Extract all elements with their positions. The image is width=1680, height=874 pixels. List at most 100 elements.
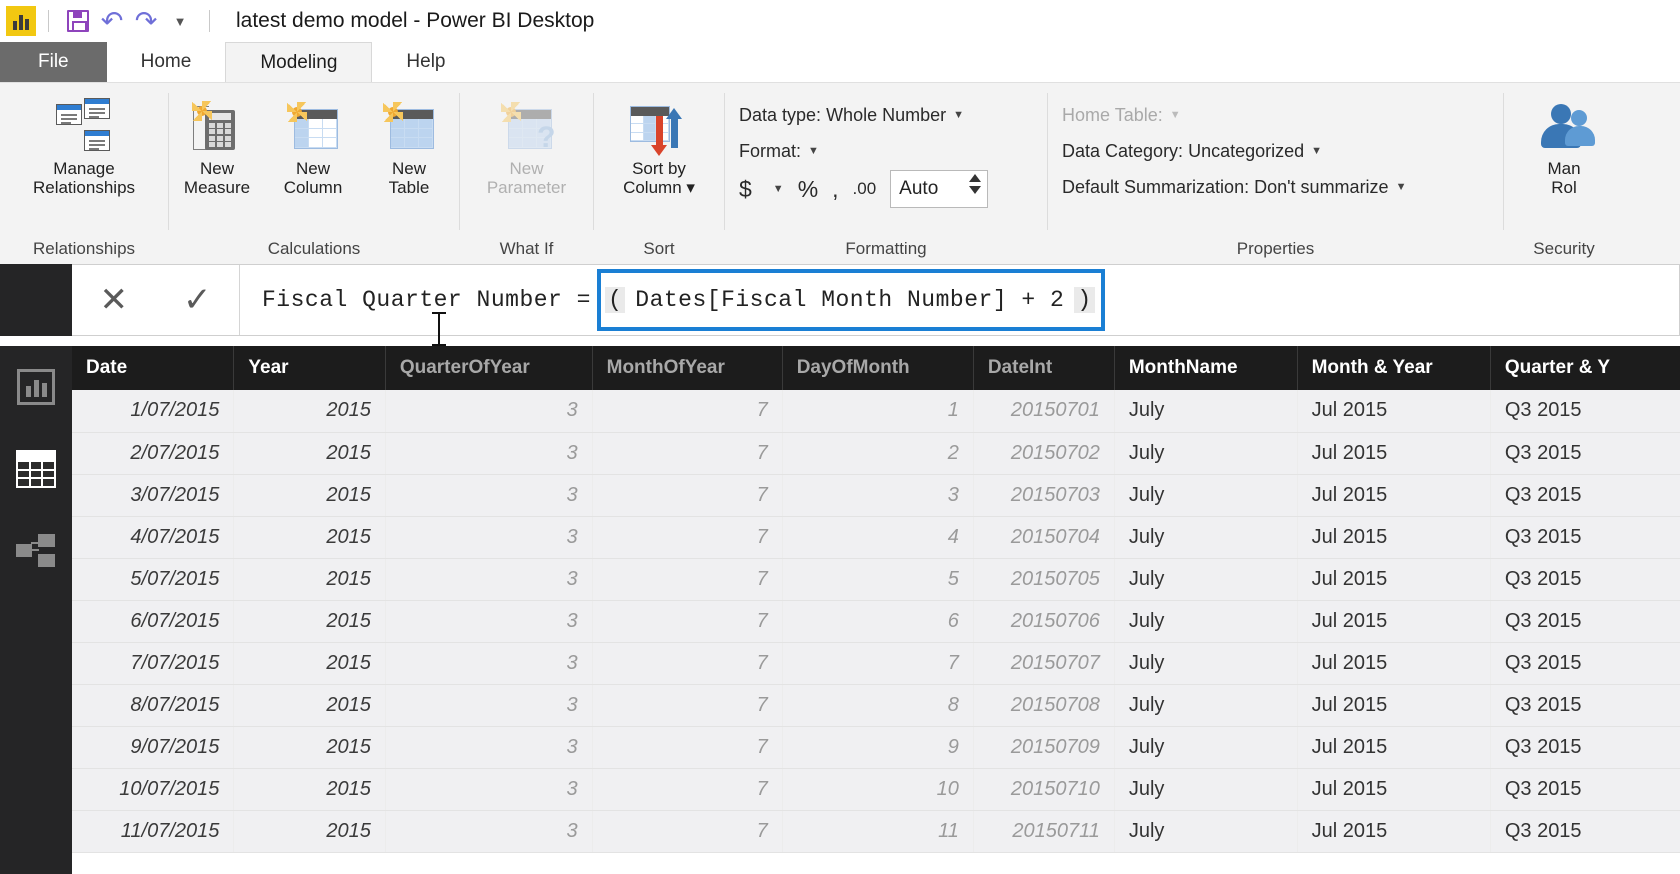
- cell-monthyear[interactable]: Jul 2015: [1297, 768, 1491, 811]
- cell-quarteryear[interactable]: Q3 2015: [1490, 432, 1680, 475]
- cell-dateint[interactable]: 20150704: [973, 516, 1115, 559]
- cell-date[interactable]: 10/07/2015: [72, 768, 235, 811]
- format-dropdown[interactable]: Format: ▼: [739, 133, 819, 169]
- column-header-quarter-and-year[interactable]: Quarter & Y: [1490, 346, 1680, 390]
- cell-dom[interactable]: 9: [782, 726, 974, 769]
- cell-dom[interactable]: 10: [782, 768, 974, 811]
- cell-monthyear[interactable]: Jul 2015: [1297, 642, 1491, 685]
- new-measure-button[interactable]: New Measure: [169, 93, 265, 197]
- table-row[interactable]: 4/07/2015 2015 3 7 4 20150704 July Jul 2015 Q3 2…: [72, 516, 1680, 559]
- table-row[interactable]: 2/07/2015 2015 3 7 2 20150702 July Jul 2015 Q3 2…: [72, 432, 1680, 475]
- cell-qoy[interactable]: 3: [385, 726, 593, 769]
- data-category-dropdown[interactable]: Data Category: Uncategorized ▼: [1062, 133, 1322, 169]
- cell-monthyear[interactable]: Jul 2015: [1297, 684, 1491, 727]
- cell-moy[interactable]: 7: [592, 684, 783, 727]
- cell-year[interactable]: 2015: [233, 726, 386, 769]
- cell-dateint[interactable]: 20150706: [973, 600, 1115, 643]
- table-row[interactable]: 8/07/2015 2015 3 7 8 20150708 July Jul 2015 Q3 2…: [72, 684, 1680, 727]
- cell-year[interactable]: 2015: [233, 516, 386, 559]
- cell-monthname[interactable]: July: [1114, 516, 1298, 559]
- cell-moy[interactable]: 7: [592, 390, 783, 433]
- table-row[interactable]: 11/07/2015 2015 3 7 11 20150711 July Jul 2015 Q3…: [72, 810, 1680, 853]
- new-parameter-button[interactable]: ? New Parameter: [460, 93, 593, 197]
- cell-moy[interactable]: 7: [592, 642, 783, 685]
- cell-moy[interactable]: 7: [592, 558, 783, 601]
- cell-year[interactable]: 2015: [233, 684, 386, 727]
- table-row[interactable]: 10/07/2015 2015 3 7 10 20150710 July Jul 2015 Q3…: [72, 768, 1680, 811]
- cell-date[interactable]: 4/07/2015: [72, 516, 235, 559]
- cell-year[interactable]: 2015: [233, 810, 386, 853]
- cell-monthyear[interactable]: Jul 2015: [1297, 810, 1491, 853]
- cell-dateint[interactable]: 20150710: [973, 768, 1115, 811]
- column-header-dayofmonth[interactable]: DayOfMonth: [782, 346, 974, 390]
- tab-file[interactable]: File: [0, 42, 107, 82]
- cell-monthname[interactable]: July: [1114, 642, 1298, 685]
- cell-dateint[interactable]: 20150701: [973, 390, 1115, 433]
- cell-monthname[interactable]: July: [1114, 600, 1298, 643]
- cell-quarteryear[interactable]: Q3 2015: [1490, 726, 1680, 769]
- new-table-button[interactable]: New Table: [361, 93, 457, 197]
- formula-expression-highlight[interactable]: ( Dates[Fiscal Month Number] + 2 ): [596, 269, 1105, 331]
- cell-date[interactable]: 7/07/2015: [72, 642, 235, 685]
- cell-quarteryear[interactable]: Q3 2015: [1490, 558, 1680, 601]
- stepper-arrows-icon[interactable]: [969, 174, 982, 194]
- column-header-dateint[interactable]: DateInt: [973, 346, 1115, 390]
- cell-dateint[interactable]: 20150707: [973, 642, 1115, 685]
- cell-moy[interactable]: 7: [592, 726, 783, 769]
- cell-date[interactable]: 9/07/2015: [72, 726, 235, 769]
- manage-roles-button[interactable]: Man Rol: [1504, 93, 1624, 197]
- cell-quarteryear[interactable]: Q3 2015: [1490, 684, 1680, 727]
- cell-monthyear[interactable]: Jul 2015: [1297, 600, 1491, 643]
- currency-format-button[interactable]: $: [739, 176, 752, 203]
- cell-quarteryear[interactable]: Q3 2015: [1490, 768, 1680, 811]
- cell-qoy[interactable]: 3: [385, 768, 593, 811]
- cell-monthyear[interactable]: Jul 2015: [1297, 558, 1491, 601]
- cell-monthyear[interactable]: Jul 2015: [1297, 432, 1491, 475]
- table-row[interactable]: 7/07/2015 2015 3 7 7 20150707 July Jul 2015 Q3 2…: [72, 642, 1680, 685]
- table-row[interactable]: 1/07/2015 2015 3 7 1 20150701 July Jul 2015 Q3 2…: [72, 390, 1680, 433]
- cell-year[interactable]: 2015: [233, 432, 386, 475]
- cell-date[interactable]: 3/07/2015: [72, 474, 235, 517]
- cell-year[interactable]: 2015: [233, 642, 386, 685]
- cell-monthname[interactable]: July: [1114, 684, 1298, 727]
- cell-year[interactable]: 2015: [233, 390, 386, 433]
- data-type-dropdown[interactable]: Data type: Whole Number ▼: [739, 97, 964, 133]
- cell-dom[interactable]: 3: [782, 474, 974, 517]
- cell-monthname[interactable]: July: [1114, 474, 1298, 517]
- cell-year[interactable]: 2015: [233, 768, 386, 811]
- cell-dateint[interactable]: 20150708: [973, 684, 1115, 727]
- tab-modeling[interactable]: Modeling: [225, 42, 373, 82]
- cell-dateint[interactable]: 20150705: [973, 558, 1115, 601]
- cell-dom[interactable]: 4: [782, 516, 974, 559]
- cell-dateint[interactable]: 20150703: [973, 474, 1115, 517]
- tab-home[interactable]: Home: [107, 42, 226, 82]
- cell-monthname[interactable]: July: [1114, 768, 1298, 811]
- cell-monthname[interactable]: July: [1114, 558, 1298, 601]
- chevron-down-icon[interactable]: ▼: [773, 183, 784, 195]
- decimal-places-button[interactable]: .00: [853, 179, 877, 199]
- cell-qoy[interactable]: 3: [385, 474, 593, 517]
- cell-monthyear[interactable]: Jul 2015: [1297, 516, 1491, 559]
- column-header-year[interactable]: Year: [233, 346, 386, 390]
- accept-check-icon[interactable]: ✓: [183, 283, 212, 317]
- formula-input[interactable]: Fiscal Quarter Number = ( Dates[Fiscal M…: [240, 265, 1679, 335]
- cell-moy[interactable]: 7: [592, 516, 783, 559]
- cell-date[interactable]: 5/07/2015: [72, 558, 235, 601]
- data-grid[interactable]: Date Year QuarterOfYear MonthOfYear DayO…: [72, 346, 1680, 874]
- column-header-monthname[interactable]: MonthName: [1114, 346, 1298, 390]
- cell-monthyear[interactable]: Jul 2015: [1297, 474, 1491, 517]
- new-column-button[interactable]: New Column: [265, 93, 361, 197]
- cell-qoy[interactable]: 3: [385, 516, 593, 559]
- column-header-month-and-year[interactable]: Month & Year: [1297, 346, 1491, 390]
- cell-moy[interactable]: 7: [592, 432, 783, 475]
- home-table-dropdown[interactable]: Home Table: ▼: [1062, 97, 1181, 133]
- cell-quarteryear[interactable]: Q3 2015: [1490, 516, 1680, 559]
- table-row[interactable]: 3/07/2015 2015 3 7 3 20150703 July Jul 2015 Q3 2…: [72, 474, 1680, 517]
- customize-quick-access-button[interactable]: ▼: [163, 5, 197, 37]
- cell-monthname[interactable]: July: [1114, 390, 1298, 433]
- cell-date[interactable]: 6/07/2015: [72, 600, 235, 643]
- sidebar-item-report-view[interactable]: [13, 364, 59, 410]
- sidebar-item-model-view[interactable]: [13, 528, 59, 574]
- cell-dom[interactable]: 7: [782, 642, 974, 685]
- cell-qoy[interactable]: 3: [385, 432, 593, 475]
